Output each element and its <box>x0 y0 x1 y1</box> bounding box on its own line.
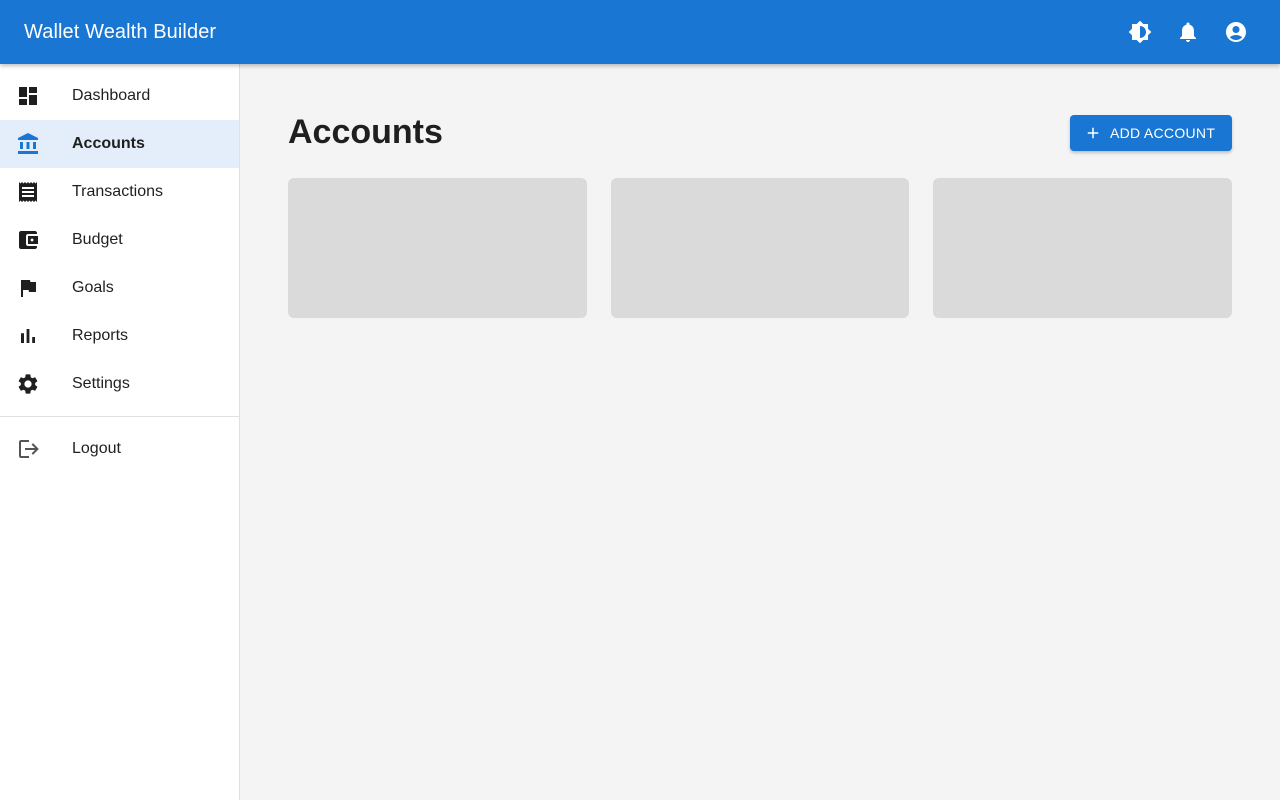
add-account-button[interactable]: ADD ACCOUNT <box>1070 115 1232 151</box>
account-circle-icon <box>1226 22 1246 42</box>
logout-icon <box>19 440 39 458</box>
sidebar: Dashboard Accounts Transactions Budget G… <box>0 64 240 800</box>
add-account-label: ADD ACCOUNT <box>1110 125 1216 141</box>
account-card-skeleton <box>610 178 910 318</box>
sidebar-item-budget[interactable]: Budget <box>0 216 239 264</box>
sidebar-item-label: Accounts <box>72 135 145 152</box>
app-bar-actions <box>1120 12 1256 52</box>
logout-button[interactable]: Logout <box>0 425 239 473</box>
sidebar-divider <box>0 416 239 417</box>
plus-icon <box>1087 127 1099 139</box>
account-card-skeleton <box>288 178 587 318</box>
logout-label: Logout <box>72 440 121 457</box>
receipt-icon <box>19 182 37 202</box>
bell-icon <box>1180 22 1196 42</box>
sidebar-item-transactions[interactable]: Transactions <box>0 168 239 216</box>
sidebar-item-dashboard[interactable]: Dashboard <box>0 72 239 120</box>
sidebar-item-label: Budget <box>72 231 123 248</box>
account-cards <box>288 178 1233 318</box>
theme-toggle-button[interactable] <box>1120 12 1160 52</box>
app-title: Wallet Wealth Builder <box>24 21 217 43</box>
sidebar-item-label: Settings <box>72 375 130 392</box>
bar-chart-icon <box>21 329 35 343</box>
bank-icon <box>18 133 38 154</box>
account-card-skeleton <box>933 178 1233 318</box>
sidebar-item-goals[interactable]: Goals <box>0 264 239 312</box>
sidebar-nav: Dashboard Accounts Transactions Budget G… <box>0 64 239 408</box>
page-title: Accounts <box>288 113 443 151</box>
theme-toggle-icon <box>1128 20 1152 44</box>
flag-icon <box>21 280 36 297</box>
sidebar-item-reports[interactable]: Reports <box>0 312 239 360</box>
app-bar: Wallet Wealth Builder <box>0 0 1280 64</box>
sidebar-item-settings[interactable]: Settings <box>0 360 239 408</box>
sidebar-item-label: Reports <box>72 327 129 344</box>
sidebar-item-label: Transactions <box>72 183 163 200</box>
main-content: Accounts ADD ACCOUNT <box>240 64 1280 800</box>
profile-button[interactable] <box>1216 12 1256 52</box>
dashboard-icon <box>19 87 37 105</box>
wallet-icon <box>19 231 38 249</box>
notifications-button[interactable] <box>1168 12 1208 52</box>
gear-icon <box>18 374 38 394</box>
sidebar-item-label: Goals <box>72 279 114 296</box>
sidebar-item-accounts[interactable]: Accounts <box>0 120 239 168</box>
sidebar-item-label: Dashboard <box>72 87 151 104</box>
